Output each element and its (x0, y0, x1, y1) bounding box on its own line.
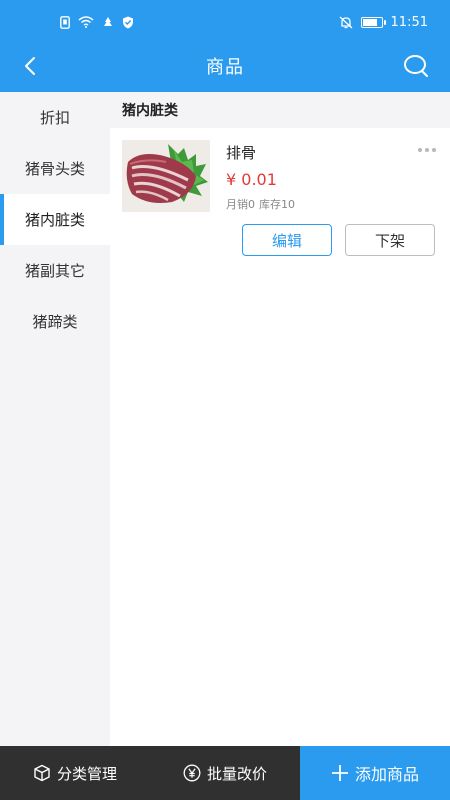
shield-icon (122, 16, 134, 29)
product-list-panel: 猪内脏类 排骨 ¥ 0.01 月销0 库存10 编辑 下架 (110, 92, 450, 746)
clock: 11:51 (390, 14, 428, 30)
battery-icon (360, 16, 386, 28)
sidebar-item-label: 猪蹄类 (32, 313, 78, 331)
status-bar: 11:51 (0, 0, 450, 44)
category-manage-button[interactable]: 分类管理 (0, 746, 150, 800)
add-product-label: 添加商品 (354, 765, 419, 784)
bottom-action-bar: 分类管理 批量改价 添加商品 (0, 746, 450, 800)
yen-icon (183, 764, 201, 782)
empty-list-area (110, 268, 450, 746)
box-icon (33, 764, 51, 782)
back-button[interactable] (14, 50, 46, 82)
sidebar-item-label: 猪副其它 (24, 262, 85, 280)
sidebar-item-pork-offal[interactable]: 猪内脏类 (0, 194, 110, 245)
page-title: 商品 (206, 57, 244, 78)
product-stats: 月销0 库存10 (226, 196, 295, 212)
product-name: 排骨 (226, 144, 257, 162)
search-button[interactable] (400, 50, 432, 82)
monthly-sales: 月销0 (226, 198, 255, 211)
notification-icon (102, 16, 114, 28)
product-price: ¥ 0.01 (226, 170, 277, 189)
bulk-price-button[interactable]: 批量改价 (150, 746, 300, 800)
edit-button[interactable]: 编辑 (242, 224, 332, 256)
product-image[interactable] (122, 140, 210, 212)
product-card[interactable]: 排骨 ¥ 0.01 月销0 库存10 编辑 下架 (110, 128, 450, 268)
status-left-icons (60, 15, 134, 29)
sidebar-item-label: 折扣 (39, 109, 70, 127)
mute-icon (339, 16, 353, 29)
sim-icon (60, 15, 70, 29)
category-sidebar: 折扣 猪骨头类 猪内脏类 猪副其它 猪蹄类 (0, 92, 110, 746)
sidebar-item-label: 猪内脏类 (24, 211, 85, 229)
status-right-icons: 11:51 (339, 15, 428, 30)
category-title: 猪内脏类 (110, 92, 450, 128)
sidebar-item-label: 猪骨头类 (24, 160, 85, 178)
app-header: 11:51 商品 (0, 0, 450, 92)
title-bar: 商品 (0, 44, 450, 88)
add-product-button[interactable]: 添加商品 (300, 746, 450, 800)
bulk-price-label: 批量改价 (206, 764, 267, 783)
sidebar-item-pork-other[interactable]: 猪副其它 (0, 245, 110, 296)
wifi-icon (78, 16, 94, 28)
category-manage-label: 分类管理 (56, 764, 117, 783)
sidebar-item-pork-trotters[interactable]: 猪蹄类 (0, 296, 110, 347)
chevron-left-icon (23, 56, 37, 76)
search-icon (403, 54, 429, 78)
take-off-shelf-button[interactable]: 下架 (345, 224, 435, 256)
sidebar-item-discount[interactable]: 折扣 (0, 92, 110, 143)
stock-count: 库存10 (259, 198, 295, 211)
plus-icon (331, 764, 349, 782)
more-options-icon[interactable] (418, 140, 436, 160)
sidebar-item-pork-bones[interactable]: 猪骨头类 (0, 143, 110, 194)
